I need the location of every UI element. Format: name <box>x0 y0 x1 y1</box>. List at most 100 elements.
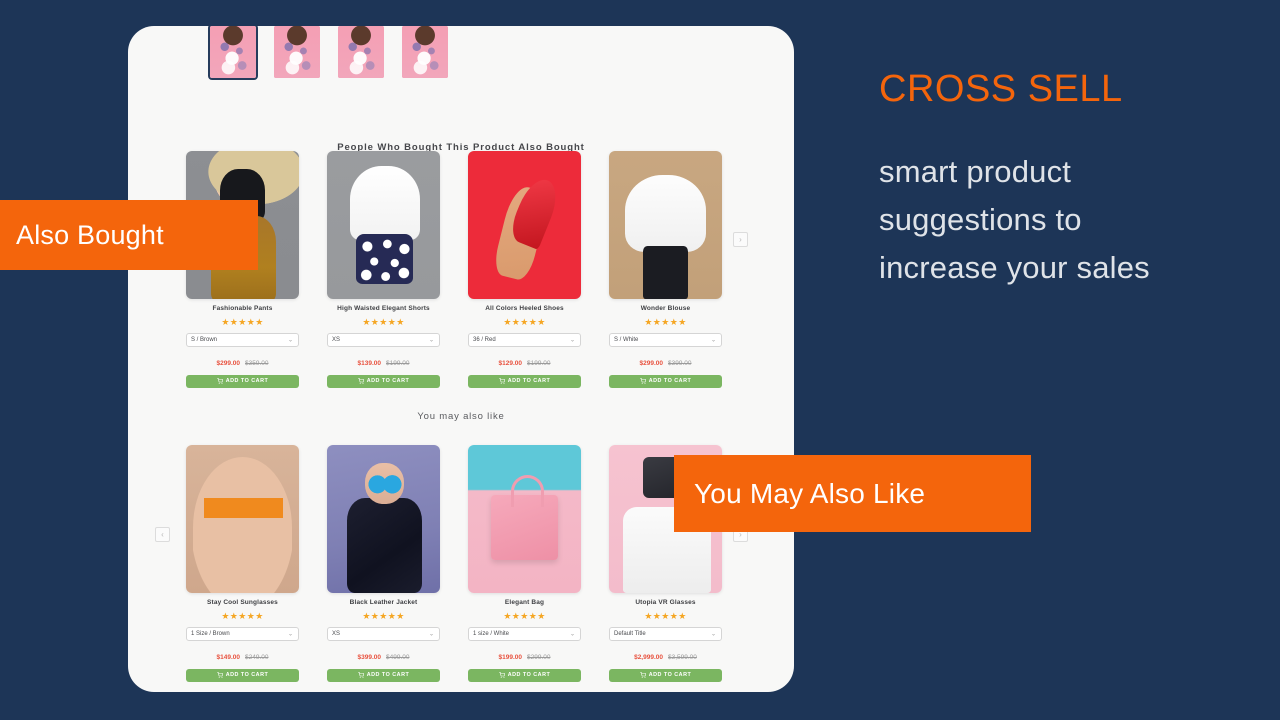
cart-icon <box>357 672 364 678</box>
subheadline-line-3: increase your sales <box>879 250 1150 286</box>
product-title: High Waisted Elegant Shorts <box>337 305 430 312</box>
rating-stars: ★★★★★ <box>503 610 546 621</box>
variant-select[interactable]: XS ⌄ <box>327 332 440 347</box>
product-title: Utopia VR Glasses <box>635 599 696 606</box>
slide-canvas: People Who Bought This Product Also Boug… <box>0 0 1280 720</box>
sale-price: $199.00 <box>498 653 523 661</box>
rating-stars: ★★★★★ <box>362 610 405 621</box>
product-title: All Colors Heeled Shoes <box>485 305 564 312</box>
variant-select[interactable]: XS ⌄ <box>327 626 440 641</box>
cart-icon <box>639 672 646 678</box>
product-image[interactable] <box>609 151 722 299</box>
cart-icon <box>498 672 505 678</box>
rating-stars: ★★★★★ <box>221 610 264 621</box>
marketing-panel: CROSS SELL smart product suggestions to … <box>879 70 1269 292</box>
rating-stars: ★★★★★ <box>221 316 264 327</box>
add-to-cart-button[interactable]: ADD TO CART <box>609 668 722 682</box>
product-card[interactable]: All Colors Heeled Shoes ★★★★★ 36 / Red ⌄ $12… <box>468 151 581 388</box>
product-title: Stay Cool Sunglasses <box>207 599 278 606</box>
product-image[interactable] <box>327 445 440 593</box>
chevron-down-icon: ⌄ <box>569 337 575 343</box>
add-to-cart-button[interactable]: ADD TO CART <box>468 668 581 682</box>
add-to-cart-button[interactable]: ADD TO CART <box>186 374 299 388</box>
variant-value: 1 Size / Brown <box>191 630 230 637</box>
compare-at-price: $299.00 <box>527 653 551 661</box>
add-to-cart-label: ADD TO CART <box>507 672 551 678</box>
add-to-cart-button[interactable]: ADD TO CART <box>186 668 299 682</box>
variant-value: Default Title <box>614 630 646 637</box>
add-to-cart-button[interactable]: ADD TO CART <box>327 374 440 388</box>
product-card[interactable]: High Waisted Elegant Shorts ★★★★★ XS ⌄ $139.… <box>327 151 440 388</box>
add-to-cart-label: ADD TO CART <box>507 378 551 384</box>
cart-icon <box>216 378 223 384</box>
product-card[interactable]: Black Leather Jacket ★★★★★ XS ⌄ $399.00 $499.… <box>327 445 440 682</box>
variant-select[interactable]: Default Title ⌄ <box>609 626 722 641</box>
product-thumbnail-3[interactable] <box>338 26 384 78</box>
rating-stars: ★★★★★ <box>362 316 405 327</box>
compare-at-price: $399.00 <box>668 359 692 367</box>
product-title: Fashionable Pants <box>212 305 273 312</box>
product-card[interactable]: Stay Cool Sunglasses ★★★★★ 1 Size / Brown ⌄… <box>186 445 299 682</box>
rating-stars: ★★★★★ <box>644 316 687 327</box>
carousel-next-also-bought[interactable]: › <box>733 232 748 247</box>
sale-price: $299.00 <box>639 359 664 367</box>
product-thumbnail-strip <box>208 26 448 80</box>
chevron-down-icon: ⌄ <box>428 337 434 343</box>
sale-price: $149.00 <box>216 653 241 661</box>
chevron-down-icon: ⌄ <box>710 337 716 343</box>
product-title: Black Leather Jacket <box>349 599 418 606</box>
variant-select[interactable]: 1 Size / Brown ⌄ <box>186 626 299 641</box>
add-to-cart-label: ADD TO CART <box>366 672 410 678</box>
carousel-prev-you-may-also-like[interactable]: ‹ <box>155 527 170 542</box>
product-card[interactable]: Wonder Blouse ★★★★★ S / White ⌄ $299.00 $399.… <box>609 151 722 388</box>
add-to-cart-label: ADD TO CART <box>366 378 410 384</box>
compare-at-price: $3,599.00 <box>668 653 697 661</box>
cart-icon <box>216 672 223 678</box>
product-thumbnail-4[interactable] <box>402 26 448 78</box>
chevron-down-icon: ⌄ <box>287 631 293 637</box>
compare-at-price: $359.00 <box>245 359 269 367</box>
chevron-down-icon: ⌄ <box>569 631 575 637</box>
product-image[interactable] <box>327 151 440 299</box>
variant-select[interactable]: 36 / Red ⌄ <box>468 332 581 347</box>
sale-price: $399.00 <box>357 653 382 661</box>
variant-value: 36 / Red <box>473 336 496 343</box>
chevron-down-icon: ⌄ <box>428 631 434 637</box>
variant-select[interactable]: 1 size / White ⌄ <box>468 626 581 641</box>
product-thumbnail-2[interactable] <box>274 26 320 78</box>
headline-cross-sell: CROSS SELL <box>879 68 1123 110</box>
price-row: $299.00 $359.00 <box>186 353 299 369</box>
add-to-cart-button[interactable]: ADD TO CART <box>327 668 440 682</box>
compare-at-price: $199.00 <box>386 359 410 367</box>
add-to-cart-button[interactable]: ADD TO CART <box>609 374 722 388</box>
product-image[interactable] <box>186 445 299 593</box>
product-image[interactable] <box>468 445 581 593</box>
variant-value: S / Brown <box>191 336 218 343</box>
add-to-cart-label: ADD TO CART <box>225 672 269 678</box>
rating-stars: ★★★★★ <box>644 610 687 621</box>
variant-value: XS <box>332 336 341 343</box>
product-thumbnail-1[interactable] <box>208 26 258 80</box>
product-card[interactable]: Elegant Bag ★★★★★ 1 size / White ⌄ $199.00 $2… <box>468 445 581 682</box>
variant-select[interactable]: S / White ⌄ <box>609 332 722 347</box>
product-title: Elegant Bag <box>504 599 545 606</box>
variant-value: S / White <box>614 336 639 343</box>
price-row: $399.00 $499.00 <box>327 647 440 663</box>
section-title-you-may-also-like: You may also like <box>417 411 505 422</box>
variant-select[interactable]: S / Brown ⌄ <box>186 332 299 347</box>
chevron-down-icon: ⌄ <box>710 631 716 637</box>
product-grid-also-bought: Fashionable Pants ★★★★★ S / Brown ⌄ $299.00 $… <box>186 151 739 388</box>
cart-icon <box>498 378 505 384</box>
price-row: $199.00 $299.00 <box>468 647 581 663</box>
sale-price: $139.00 <box>357 359 382 367</box>
product-image[interactable] <box>468 151 581 299</box>
callout-also-bought: Also Bought <box>0 200 258 270</box>
compare-at-price: $199.00 <box>527 359 551 367</box>
add-to-cart-label: ADD TO CART <box>225 378 269 384</box>
thumbnail-image <box>338 26 384 78</box>
rating-stars: ★★★★★ <box>503 316 546 327</box>
price-row: $149.00 $249.00 <box>186 647 299 663</box>
product-grid-you-may-also-like: Stay Cool Sunglasses ★★★★★ 1 Size / Brown ⌄… <box>186 445 739 682</box>
subheadline: smart product suggestions to increase yo… <box>879 148 1269 292</box>
add-to-cart-button[interactable]: ADD TO CART <box>468 374 581 388</box>
